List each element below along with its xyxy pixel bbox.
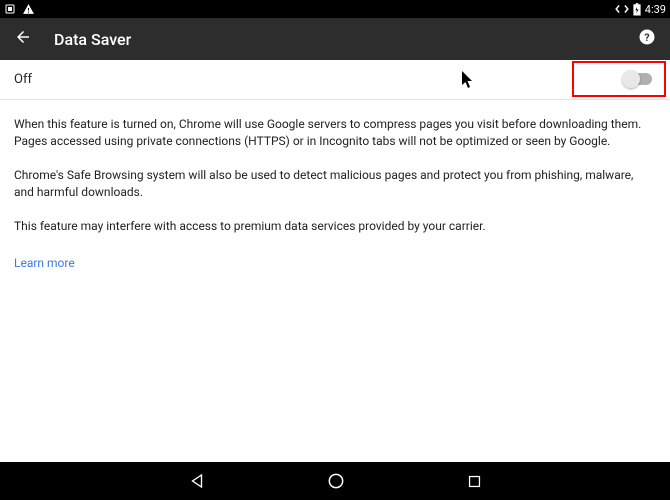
nav-home-button[interactable] bbox=[326, 471, 346, 491]
save-indicator-icon bbox=[4, 3, 16, 15]
description-p2: Chrome's Safe Browsing system will also … bbox=[14, 167, 656, 202]
learn-more-link[interactable]: Learn more bbox=[14, 255, 75, 272]
svg-text:?: ? bbox=[644, 31, 649, 44]
description-p1: When this feature is turned on, Chrome w… bbox=[14, 116, 656, 151]
highlight-box bbox=[572, 61, 666, 97]
help-button[interactable]: ? bbox=[638, 28, 656, 50]
app-header: Data Saver ? bbox=[0, 18, 670, 60]
nav-bar bbox=[0, 462, 670, 500]
status-bar: 4:39 bbox=[0, 0, 670, 18]
battery-icon bbox=[633, 3, 641, 16]
dev-mode-icon bbox=[615, 4, 629, 14]
toggle-status-label: Off bbox=[14, 72, 572, 87]
status-time: 4:39 bbox=[645, 3, 666, 16]
description-p3: This feature may interfere with access t… bbox=[14, 218, 656, 235]
description-content: When this feature is turned on, Chrome w… bbox=[0, 100, 670, 288]
data-saver-toggle[interactable] bbox=[624, 73, 652, 85]
nav-recents-button[interactable] bbox=[466, 473, 483, 490]
nav-back-button[interactable] bbox=[188, 472, 206, 490]
toggle-row: Off bbox=[0, 60, 670, 100]
back-button[interactable] bbox=[14, 28, 32, 50]
warning-icon bbox=[22, 3, 35, 16]
page-title: Data Saver bbox=[54, 30, 638, 49]
